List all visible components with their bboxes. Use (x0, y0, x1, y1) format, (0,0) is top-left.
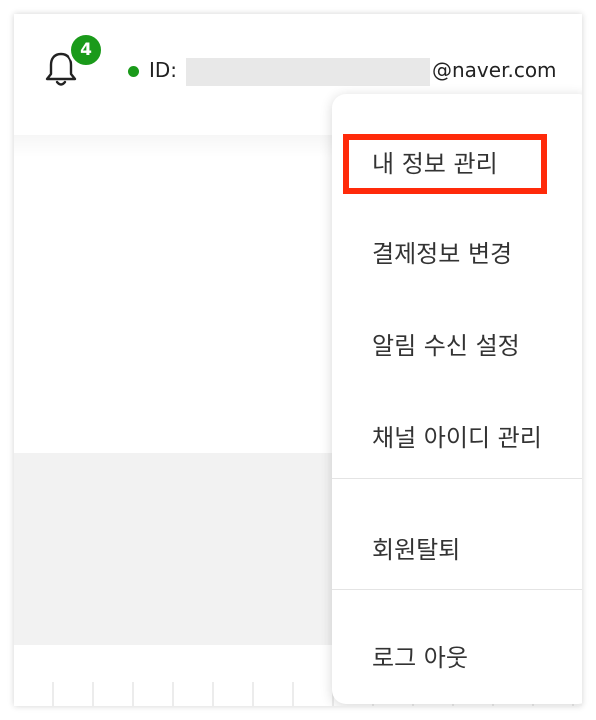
account-id-label: ID: (149, 58, 178, 82)
menu-item-withdraw[interactable]: 회원탈퇴 (332, 517, 582, 577)
menu-divider (332, 478, 582, 479)
notification-count-badge: 4 (68, 32, 104, 68)
menu-item-payment-info[interactable]: 결제정보 변경 (332, 221, 582, 281)
account-dropdown-menu: 내 정보 관리 결제정보 변경 알림 수신 설정 채널 아이디 관리 회원탈퇴 … (332, 94, 582, 704)
menu-item-channel-id[interactable]: 채널 아이디 관리 (332, 405, 582, 465)
app-frame: 4 ID: @naver.com 내 정보 관리 결제정보 변경 알림 수신 설… (14, 14, 582, 706)
account-id-masked (186, 58, 430, 86)
menu-item-logout[interactable]: 로그 아웃 (332, 625, 582, 685)
account-id-domain[interactable]: @naver.com (432, 58, 557, 82)
menu-item-my-info[interactable]: 내 정보 관리 (332, 131, 582, 194)
status-online-dot (128, 66, 139, 77)
menu-item-notification-settings[interactable]: 알림 수신 설정 (332, 313, 582, 373)
menu-divider (332, 589, 582, 590)
